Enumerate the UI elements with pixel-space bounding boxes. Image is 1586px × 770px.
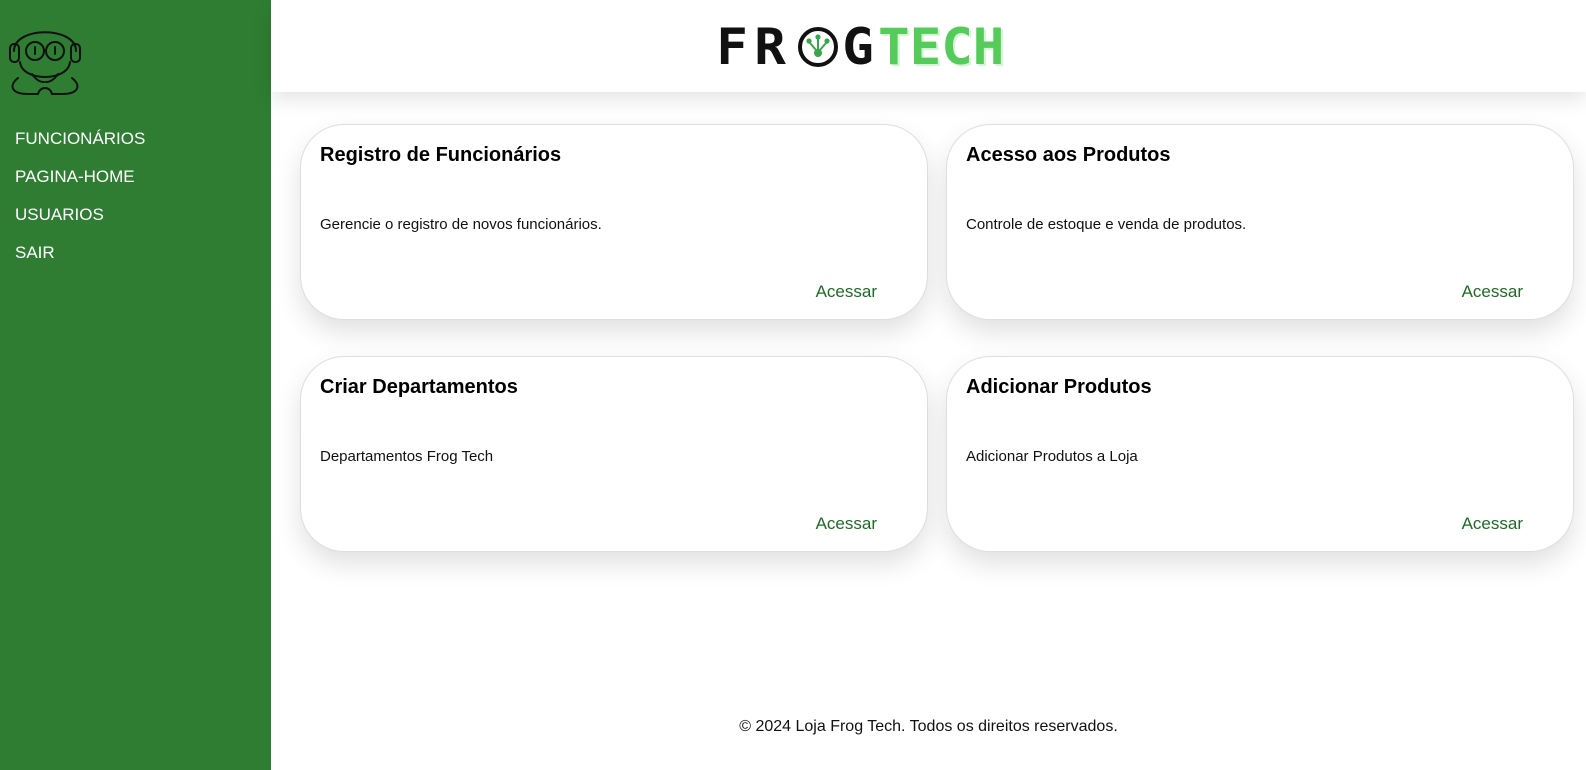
acessar-link[interactable]: Acessar (1462, 514, 1523, 534)
footer-copyright: © 2024 Loja Frog Tech. Todos os direitos… (739, 718, 1118, 735)
card-title: Adicionar Produtos (966, 376, 1152, 398)
card-title: Acesso aos Produtos (966, 144, 1171, 166)
brand-frog-word: F R G (716, 18, 881, 76)
card-title: Criar Departamentos (320, 376, 518, 398)
top-header: F R G TECH (271, 0, 1586, 92)
sidebar-item-pagina-home[interactable]: PAGINA-HOME (15, 164, 145, 202)
frog-foot-icon (798, 27, 839, 67)
card-adicionar-produtos: Adicionar Produtos Adicionar Produtos a … (946, 356, 1574, 552)
sidebar-nav: FUNCIONÁRIOS PAGINA-HOME USUARIOS SAIR (15, 126, 145, 278)
sidebar-item-funcionarios[interactable]: FUNCIONÁRIOS (15, 126, 145, 164)
app-root: FUNCIONÁRIOS PAGINA-HOME USUARIOS SAIR F… (0, 0, 1586, 770)
brand-letter-g: G (842, 18, 875, 76)
card-title: Registro de Funcionários (320, 144, 562, 166)
card-description: Adicionar Produtos a Loja (966, 448, 1138, 465)
brand-letter-r: R (754, 18, 786, 76)
card-description: Controle de estoque e venda de produtos. (966, 216, 1247, 233)
card-registro-funcionarios: Registro de Funcionários Gerencie o regi… (300, 124, 928, 320)
acessar-link[interactable]: Acessar (1462, 282, 1523, 302)
brand-logo: F R G TECH (716, 18, 1005, 76)
main-content: F R G TECH Registro de Funcionários Gere… (271, 0, 1586, 770)
sidebar-item-sair[interactable]: SAIR (15, 240, 145, 278)
brand-letter-f: F (716, 18, 748, 76)
acessar-link[interactable]: Acessar (816, 514, 877, 534)
card-description: Departamentos Frog Tech (320, 448, 494, 465)
sidebar: FUNCIONÁRIOS PAGINA-HOME USUARIOS SAIR (0, 0, 271, 770)
acessar-link[interactable]: Acessar (816, 282, 877, 302)
brand-tech-word: TECH (878, 18, 1005, 76)
card-criar-departamentos: Criar Departamentos Departamentos Frog T… (300, 356, 928, 552)
card-description: Gerencie o registro de novos funcionário… (320, 216, 602, 233)
card-acesso-produtos: Acesso aos Produtos Controle de estoque … (946, 124, 1574, 320)
brand-tech-text: TECH (878, 18, 1005, 76)
sidebar-item-usuarios[interactable]: USUARIOS (15, 202, 145, 240)
frog-headphones-icon (9, 31, 81, 95)
